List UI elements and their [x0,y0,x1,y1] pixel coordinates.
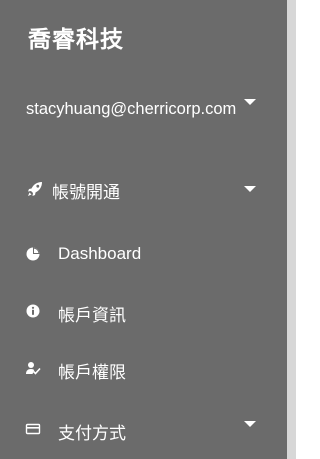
sidebar: 喬睿科技 stacyhuang@cherricorp.com 帳號開通 Dash… [0,0,287,459]
user-email-dropdown[interactable]: stacyhuang@cherricorp.com [26,96,241,122]
user-menu-caret-icon[interactable] [244,99,256,105]
scrollbar-track[interactable] [287,0,296,459]
sidebar-item-label: Dashboard [58,244,142,263]
info-icon [26,304,40,318]
sidebar-item-label: 帳戶權限 [58,363,126,382]
sidebar-item-label: 帳號開通 [52,183,120,202]
payment-methods-caret-icon[interactable] [244,421,256,427]
sidebar-item-payment-methods[interactable]: 支付方式 [0,414,287,444]
dashboard-pie-icon [26,247,40,261]
credit-card-icon [25,423,41,435]
user-email: stacyhuang@cherricorp.com [26,100,237,118]
sidebar-item-label: 帳戶資訊 [58,306,126,325]
sidebar-item-dashboard[interactable]: Dashboard [0,239,287,269]
rocket-icon [28,182,42,196]
user-check-icon [26,362,41,375]
sidebar-item-label: 支付方式 [58,424,126,443]
sidebar-item-account-permissions[interactable]: 帳戶權限 [0,353,287,383]
brand-title: 喬睿科技 [28,26,124,52]
sidebar-item-account-info[interactable]: 帳戶資訊 [0,296,287,326]
account-opening-caret-icon[interactable] [244,186,256,192]
